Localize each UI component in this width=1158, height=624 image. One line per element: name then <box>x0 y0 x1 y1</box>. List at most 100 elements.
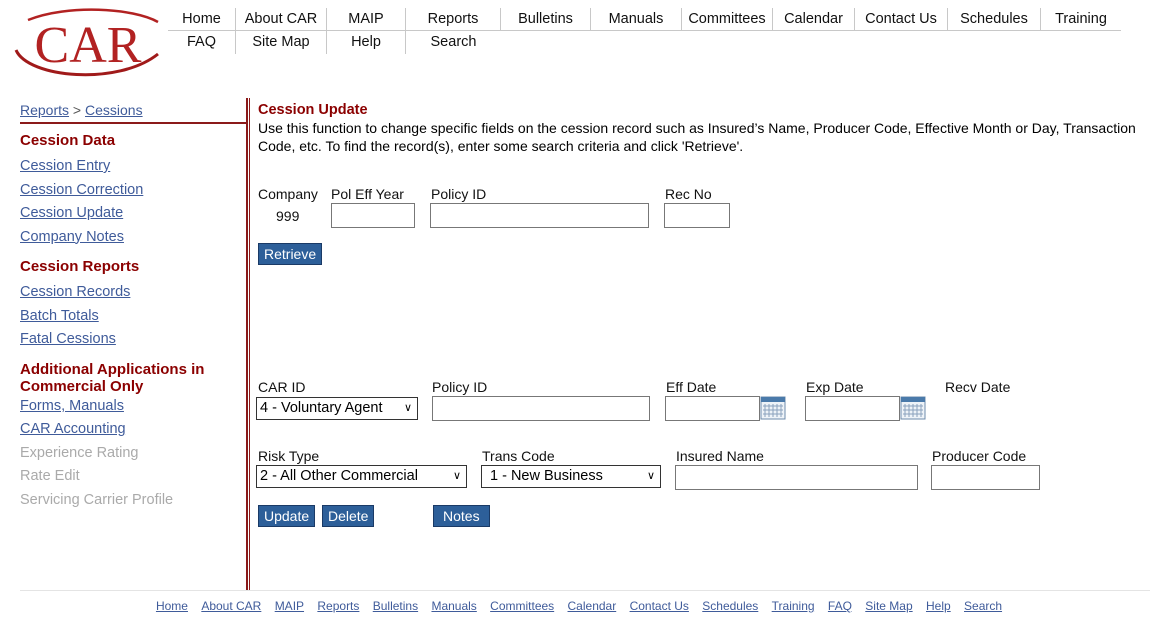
rec-no-input[interactable] <box>664 203 730 228</box>
footer-search[interactable]: Search <box>964 599 1002 613</box>
delete-button[interactable]: Delete <box>322 505 375 527</box>
chevron-down-icon: ∨ <box>646 470 655 482</box>
breadcrumb-reports[interactable]: Reports <box>20 102 69 118</box>
footer-maip[interactable]: MAIP <box>275 599 304 613</box>
nav-home[interactable]: Home <box>168 8 236 31</box>
footer-training[interactable]: Training <box>772 599 815 613</box>
top-nav: Home About CAR MAIP Reports Bulletins Ma… <box>168 8 1148 54</box>
footer-divider <box>20 590 1150 591</box>
search-policy-id-label: Policy ID <box>431 186 487 202</box>
insured-name-label: Insured Name <box>676 448 764 464</box>
nav-training[interactable]: Training <box>1041 8 1121 31</box>
sidebar-item-car-accounting[interactable]: CAR Accounting <box>20 418 245 442</box>
eff-date-calendar-icon[interactable] <box>760 396 786 420</box>
nav-committees[interactable]: Committees <box>682 8 773 31</box>
sidebar-item-fatal-cessions[interactable]: Fatal Cessions <box>20 328 245 352</box>
chevron-down-icon: ∨ <box>403 402 412 414</box>
company-value: 999 <box>276 208 300 224</box>
sidebar-cession-reports: Cession Reports Cession Records Batch To… <box>20 258 245 352</box>
nav-help[interactable]: Help <box>327 31 406 54</box>
sidebar-additional: Additional Applications in Commercial On… <box>20 361 245 513</box>
footer-manuals[interactable]: Manuals <box>431 599 476 613</box>
sidebar-item-forms-manuals[interactable]: Forms, Manuals <box>20 395 245 419</box>
breadcrumb-underline <box>20 122 246 124</box>
footer-calendar[interactable]: Calendar <box>568 599 617 613</box>
sidebar-item-rate-edit: Rate Edit <box>20 468 80 484</box>
sidebar: Reports > Cessions Cession Data Cession … <box>20 102 246 513</box>
trans-code-select[interactable]: 1 - New Business ∨ <box>481 465 661 488</box>
nav-schedules[interactable]: Schedules <box>948 8 1041 31</box>
breadcrumb: Reports > Cessions <box>20 102 245 118</box>
company-label: Company <box>258 186 318 202</box>
car-logo[interactable]: CAR <box>8 6 168 82</box>
search-policy-id-input[interactable] <box>430 203 649 228</box>
footer-home[interactable]: Home <box>156 599 188 613</box>
nav-site-map[interactable]: Site Map <box>236 31 327 54</box>
risk-type-label: Risk Type <box>258 448 320 464</box>
producer-code-label: Producer Code <box>932 448 1027 464</box>
footer-reports[interactable]: Reports <box>317 599 359 613</box>
sidebar-item-experience-rating: Experience Rating <box>20 444 139 461</box>
insured-name-input[interactable] <box>675 465 918 490</box>
car-id-select[interactable]: 4 - Voluntary Agent ∨ <box>256 397 418 420</box>
trans-code-select-value: 1 - New Business <box>490 468 603 484</box>
retrieve-button[interactable]: Retrieve <box>258 243 323 265</box>
recv-date-label: Recv Date <box>945 379 1011 395</box>
footer-faq[interactable]: FAQ <box>828 599 852 613</box>
footer-help[interactable]: Help <box>926 599 951 613</box>
update-button[interactable]: Update <box>258 505 316 527</box>
sidebar-item-cession-correction[interactable]: Cession Correction <box>20 179 245 203</box>
chevron-down-icon: ∨ <box>452 470 461 482</box>
sidebar-item-cession-update[interactable]: Cession Update <box>20 202 245 226</box>
nav-contact-us[interactable]: Contact Us <box>855 8 948 31</box>
nav-maip[interactable]: MAIP <box>327 8 406 31</box>
risk-type-select-value: 2 - All Other Commercial <box>260 468 418 484</box>
exp-date-input[interactable] <box>805 396 900 421</box>
risk-type-select[interactable]: 2 - All Other Commercial ∨ <box>256 465 467 488</box>
sidebar-item-batch-totals[interactable]: Batch Totals <box>20 305 245 329</box>
eff-date-label: Eff Date <box>666 379 717 395</box>
main-content: Cession Update Use this function to chan… <box>258 102 1153 155</box>
producer-code-input[interactable] <box>931 465 1040 490</box>
top-nav-row-2: FAQ Site Map Help Search <box>168 31 1148 54</box>
nav-manuals[interactable]: Manuals <box>591 8 682 31</box>
car-id-label: CAR ID <box>258 379 306 395</box>
nav-about-car[interactable]: About CAR <box>236 8 327 31</box>
sidebar-heading-additional: Additional Applications in Commercial On… <box>20 360 205 395</box>
pol-eff-year-input[interactable] <box>331 203 415 228</box>
footer-schedules[interactable]: Schedules <box>702 599 758 613</box>
pol-eff-year-label: Pol Eff Year <box>331 186 404 202</box>
car-id-select-value: 4 - Voluntary Agent <box>260 400 383 416</box>
top-nav-row-1: Home About CAR MAIP Reports Bulletins Ma… <box>168 8 1148 31</box>
sidebar-item-servicing-carrier-profile: Servicing Carrier Profile <box>20 491 174 508</box>
sidebar-item-cession-entry[interactable]: Cession Entry <box>20 155 245 179</box>
nav-bulletins[interactable]: Bulletins <box>501 8 591 31</box>
logo-text: CAR <box>35 17 142 74</box>
eff-date-input[interactable] <box>665 396 760 421</box>
nav-reports[interactable]: Reports <box>406 8 501 31</box>
rec-no-label: Rec No <box>665 186 712 202</box>
footer-committees[interactable]: Committees <box>490 599 554 613</box>
page-title: Cession Update <box>258 102 368 118</box>
exp-date-calendar-icon[interactable] <box>900 396 926 420</box>
content-divider <box>246 98 250 590</box>
breadcrumb-cessions[interactable]: Cessions <box>85 102 143 118</box>
nav-faq[interactable]: FAQ <box>168 31 236 54</box>
sidebar-cession-data: Cession Data Cession Entry Cession Corre… <box>20 132 245 249</box>
edit-policy-id-input[interactable] <box>432 396 650 421</box>
nav-calendar[interactable]: Calendar <box>773 8 855 31</box>
edit-policy-id-label: Policy ID <box>432 379 488 395</box>
footer-bulletins[interactable]: Bulletins <box>373 599 418 613</box>
notes-button[interactable]: Notes <box>433 505 490 527</box>
breadcrumb-separator: > <box>72 102 82 118</box>
sidebar-item-company-notes[interactable]: Company Notes <box>20 226 245 250</box>
trans-code-label: Trans Code <box>482 448 555 464</box>
page-description: Use this function to change specific fie… <box>258 120 1136 154</box>
footer-contact-us[interactable]: Contact Us <box>630 599 689 613</box>
footer-about-car[interactable]: About CAR <box>201 599 261 613</box>
footer-nav: Home About CAR MAIP Reports Bulletins Ma… <box>0 599 1158 613</box>
footer-site-map[interactable]: Site Map <box>865 599 912 613</box>
nav-search[interactable]: Search <box>406 31 501 54</box>
sidebar-heading-cession-reports: Cession Reports <box>20 258 140 275</box>
sidebar-item-cession-records[interactable]: Cession Records <box>20 281 245 305</box>
